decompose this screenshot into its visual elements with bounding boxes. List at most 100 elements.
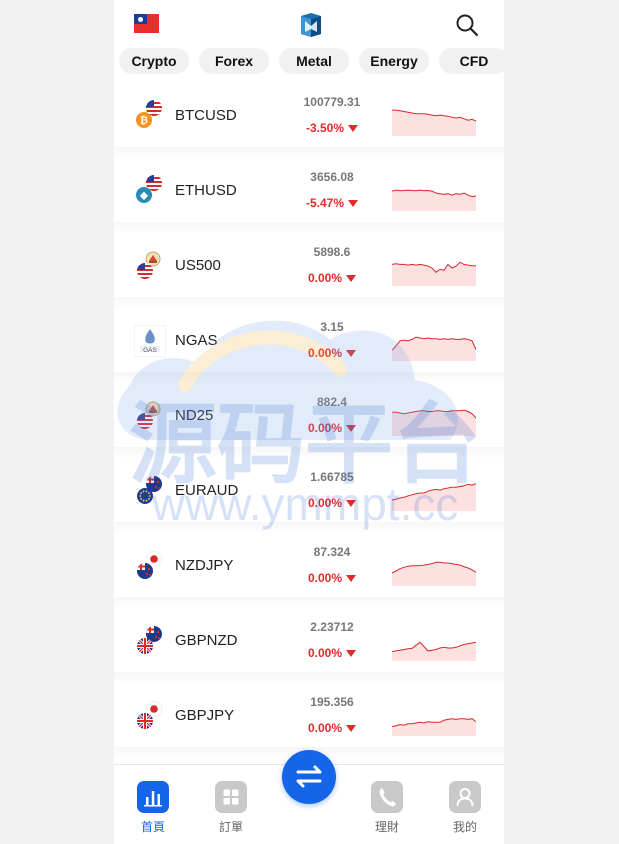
market-price: 1.66785: [310, 470, 354, 484]
down-triangle-icon: [348, 125, 359, 133]
usd-eth-pair-icon: ◆: [134, 175, 166, 207]
market-row[interactable]: EURAUD 1.66785 0.00%: [114, 453, 504, 534]
app-screen: Crypto Forex Metal Energy CFD ₿ BTCUSD 100…: [114, 0, 504, 844]
search-icon[interactable]: [455, 13, 479, 37]
price-sparkline: [392, 261, 476, 286]
price-sparkline: [392, 718, 476, 736]
market-row[interactable]: ◆ ETHUSD 3656.08 -5.47%: [114, 153, 504, 234]
category-tabs: Crypto Forex Metal Energy CFD: [114, 46, 504, 76]
market-change-value: -5.47%: [305, 196, 345, 210]
down-triangle-icon: [346, 575, 357, 583]
market-row[interactable]: ND25 882.4 0.00%: [114, 378, 504, 459]
market-symbol: NGAS: [175, 332, 218, 349]
tab-wealth[interactable]: 理財: [362, 781, 412, 835]
market-change-value: 0.00%: [307, 721, 343, 735]
market-change: 0.00%: [282, 346, 382, 360]
phone-icon: [371, 781, 403, 813]
usd-btc-pair-icon: ₿: [134, 100, 166, 132]
svg-text:◆: ◆: [139, 191, 148, 202]
market-row[interactable]: GBPJPY 195.356 0.00%: [114, 678, 504, 759]
market-row[interactable]: GAS NGAS 3.15 0.00%: [114, 303, 504, 384]
sparkline-area: [392, 562, 476, 586]
tab-wealth-label: 理財: [374, 820, 399, 834]
price-sparkline: [392, 189, 476, 211]
price-sparkline: [392, 409, 476, 436]
tab-orders[interactable]: 訂單: [206, 781, 256, 835]
down-triangle-icon: [346, 500, 357, 508]
market-price: 3.15: [320, 320, 344, 334]
market-price: 5898.6: [313, 245, 351, 259]
market-row[interactable]: ₿ BTCUSD 100779.31 -3.50%: [114, 78, 504, 159]
taiwan-flag-icon[interactable]: [134, 14, 159, 33]
sparkline-area: [392, 337, 476, 361]
market-symbol: ND25: [175, 407, 214, 424]
price-sparkline: [392, 336, 476, 361]
market-symbol: EURAUD: [175, 482, 239, 499]
market-symbol: GBPNZD: [175, 632, 238, 649]
grid-icon: [215, 781, 247, 813]
market-change: 0.00%: [282, 721, 382, 735]
market-change: -5.47%: [282, 196, 382, 210]
down-triangle-icon: [346, 275, 357, 283]
eur-aud-pair-icon: [134, 475, 166, 507]
nd25-index-icon: [134, 400, 166, 432]
market-row[interactable]: NZDJPY 87.324 0.00%: [114, 528, 504, 609]
market-symbol: US500: [175, 257, 221, 274]
price-sparkline: [392, 561, 476, 586]
tab-orders-label: 訂單: [218, 820, 243, 834]
market-row[interactable]: US500 5898.6 0.00%: [114, 228, 504, 309]
tab-cfd[interactable]: CFD: [439, 48, 504, 74]
market-change: 0.00%: [282, 496, 382, 510]
tab-forex[interactable]: Forex: [199, 48, 269, 74]
market-symbol: ETHUSD: [175, 182, 237, 199]
us500-index-icon: [134, 250, 166, 282]
down-triangle-icon: [346, 425, 357, 433]
market-change: -3.50%: [282, 121, 382, 135]
tab-energy[interactable]: Energy: [359, 48, 429, 74]
market-price: 195.356: [310, 695, 354, 709]
sparkline-area: [392, 262, 476, 286]
top-bar: [114, 0, 504, 46]
market-symbol: NZDJPY: [175, 557, 234, 574]
market-change: 0.00%: [282, 271, 382, 285]
market-change-value: 0.00%: [307, 346, 343, 360]
market-change-value: 0.00%: [307, 421, 343, 435]
natural-gas-icon: GAS: [133, 324, 167, 358]
tab-crypto[interactable]: Crypto: [119, 48, 189, 74]
market-symbol: BTCUSD: [175, 107, 237, 124]
tab-metal[interactable]: Metal: [279, 48, 349, 74]
tab-home[interactable]: 首頁: [128, 781, 178, 835]
down-triangle-icon: [346, 725, 357, 733]
user-icon: [449, 781, 481, 813]
app-logo-icon[interactable]: [299, 12, 323, 38]
sparkline-area: [392, 110, 476, 136]
nzd-jpy-pair-icon: [134, 550, 166, 582]
market-price: 87.324: [313, 545, 351, 559]
price-sparkline: [392, 641, 476, 661]
bar-chart-icon: [137, 781, 169, 813]
svg-text:₿: ₿: [140, 115, 148, 127]
market-change-value: 0.00%: [307, 646, 343, 660]
market-change: 0.00%: [282, 571, 382, 585]
gbp-nzd-pair-icon: [134, 625, 166, 657]
tab-mine[interactable]: 我的: [440, 781, 490, 835]
price-sparkline: [392, 109, 476, 136]
market-price: 3656.08: [310, 170, 354, 184]
market-change-value: 0.00%: [307, 496, 343, 510]
market-price: 100779.31: [303, 95, 361, 109]
trade-button[interactable]: [282, 750, 336, 804]
market-change-value: 0.00%: [307, 271, 343, 285]
market-price: 2.23712: [310, 620, 354, 634]
down-triangle-icon: [348, 200, 359, 208]
market-symbol: GBPJPY: [175, 707, 235, 724]
tab-mine-label: 我的: [452, 820, 477, 834]
market-change-value: 0.00%: [307, 571, 343, 585]
swap-arrows-icon: [296, 765, 322, 788]
tab-home-label: 首頁: [140, 820, 165, 834]
gbp-jpy-pair-icon: [134, 700, 166, 732]
svg-text:GAS: GAS: [143, 347, 157, 354]
price-sparkline: [392, 483, 476, 511]
market-row[interactable]: GBPNZD 2.23712 0.00%: [114, 603, 504, 684]
market-change-value: -3.50%: [305, 121, 345, 135]
sparkline-area: [392, 718, 476, 736]
